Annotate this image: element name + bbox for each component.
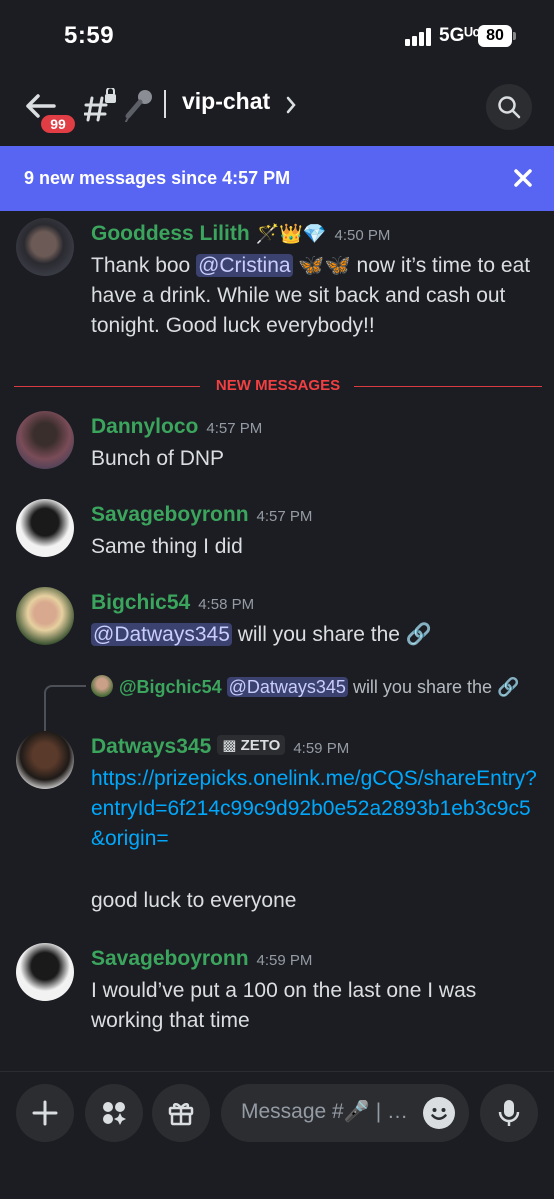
message-text: https://prizepicks.onelink.me/gCQS/share… xyxy=(91,764,541,854)
message-time: 4:58 PM xyxy=(198,596,255,613)
header-separator xyxy=(164,90,166,118)
message-author[interactable]: Savageboyronn 4:57 PM xyxy=(91,503,312,527)
reply-connector xyxy=(44,685,86,731)
reply-avatar xyxy=(91,675,113,697)
gift-button[interactable] xyxy=(152,1084,210,1142)
message-time: 4:59 PM xyxy=(256,952,313,969)
unread-badge: 99 xyxy=(38,112,78,136)
locked-channel-hash-icon xyxy=(84,88,116,122)
reply-text: will you share the 🔗 xyxy=(347,677,520,697)
search-icon xyxy=(498,96,521,119)
gift-icon xyxy=(168,1103,194,1126)
smiley-icon xyxy=(431,1108,447,1120)
message-composer: Message #🎤 | … xyxy=(0,1071,554,1199)
message-author[interactable]: Gooddess Lilith 🪄👑💎 4:50 PM xyxy=(91,222,390,246)
new-messages-banner[interactable]: 9 new messages since 4:57 PM xyxy=(0,146,554,211)
voice-message-button[interactable] xyxy=(480,1084,538,1142)
message-text: good luck to everyone xyxy=(91,889,297,912)
message-time: 4:50 PM xyxy=(334,227,391,244)
reply-reference[interactable]: @Bigchic54 @Datways345 will you share th… xyxy=(91,673,541,701)
message-link[interactable]: https://prizepicks.onelink.me/gCQS/share… xyxy=(91,767,537,850)
channel-header: 99 vip-chat xyxy=(0,74,554,146)
reply-author: @Bigchic54 xyxy=(119,677,222,697)
role-tag: ▩ ZETO xyxy=(217,735,286,755)
sparkle-apps-icon xyxy=(103,1102,126,1125)
close-icon[interactable] xyxy=(513,168,533,188)
reply-mention: @Datways345 xyxy=(226,677,348,697)
status-time: 5:59 xyxy=(64,22,115,49)
battery-tip xyxy=(513,32,516,40)
new-messages-divider: NEW MESSAGES xyxy=(14,376,542,396)
avatar[interactable] xyxy=(16,731,74,789)
new-messages-banner-text: 9 new messages since 4:57 PM xyxy=(24,168,291,188)
user-mention[interactable]: @Datways345 xyxy=(91,623,232,646)
message-author[interactable]: Dannyloco 4:57 PM xyxy=(91,415,262,439)
message-author[interactable]: Datways345 ▩ ZETO 4:59 PM xyxy=(91,735,349,759)
status-bar: 5:59 5Gᵁᶜ 80 xyxy=(0,0,554,74)
message-text: I would’ve put a 100 on the last one I w… xyxy=(91,979,477,1032)
signal-icon xyxy=(405,28,433,46)
user-mention[interactable]: @Cristina xyxy=(196,254,293,277)
avatar[interactable] xyxy=(16,218,74,276)
plus-icon xyxy=(32,1100,58,1126)
message-text: Same thing I did xyxy=(91,535,243,558)
message-author[interactable]: Bigchic54 4:58 PM xyxy=(91,591,254,615)
microphone-emoji-icon xyxy=(125,90,152,122)
avatar[interactable] xyxy=(16,943,74,1001)
message-author[interactable]: Savageboyronn 4:59 PM xyxy=(91,947,312,971)
chevron-right-icon[interactable] xyxy=(286,96,296,114)
search-button[interactable] xyxy=(486,84,532,130)
battery-icon: 80 xyxy=(478,25,512,47)
message-text: @Datways345 will you share the 🔗 xyxy=(91,623,432,646)
message-text: Bunch of DNP xyxy=(91,447,225,470)
message-list[interactable]: Gooddess Lilith 🪄👑💎 4:50 PM Thank boo @Cr… xyxy=(0,211,554,1071)
message-input[interactable]: Message #🎤 | … xyxy=(221,1084,469,1142)
channel-name[interactable]: vip-chat xyxy=(182,88,270,115)
message-time: 4:57 PM xyxy=(206,420,263,437)
message-input-placeholder: Message #🎤 | … xyxy=(241,1100,408,1123)
microphone-icon xyxy=(498,1100,520,1126)
avatar[interactable] xyxy=(16,587,74,645)
message-text: Thank boo @Cristina 🦋🦋 now it’s time to … xyxy=(91,254,531,337)
emoji-button[interactable] xyxy=(423,1097,455,1129)
add-attachment-button[interactable] xyxy=(16,1084,74,1142)
avatar[interactable] xyxy=(16,499,74,557)
message-time: 4:59 PM xyxy=(293,740,350,757)
author-emoji: 🪄👑💎 xyxy=(255,224,327,245)
avatar[interactable] xyxy=(16,411,74,469)
apps-button[interactable] xyxy=(85,1084,143,1142)
network-label: 5Gᵁᶜ xyxy=(439,25,480,46)
message-time: 4:57 PM xyxy=(256,508,313,525)
new-messages-divider-label: NEW MESSAGES xyxy=(215,377,341,394)
